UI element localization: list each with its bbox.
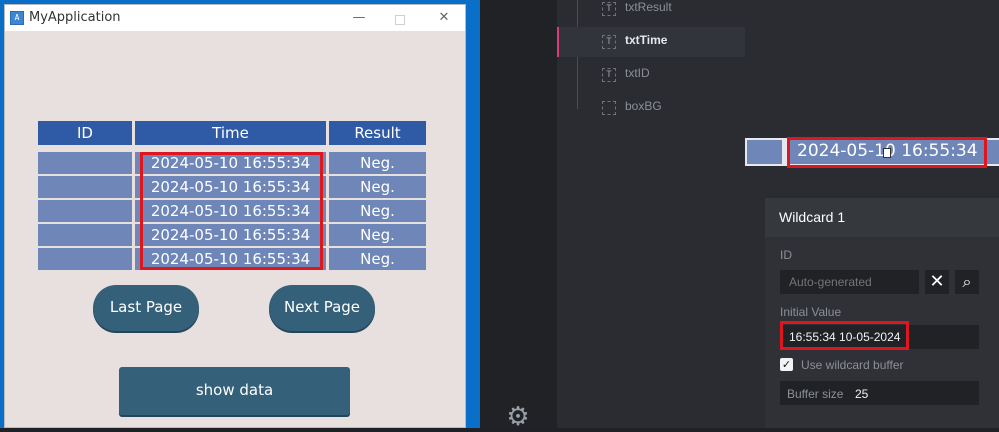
close-icon[interactable]: ✕: [925, 270, 949, 294]
application-icon: A: [10, 11, 24, 25]
table-header-id: ID: [38, 121, 132, 145]
desktop-strip: [466, 0, 480, 428]
buffer-size-value: 25: [855, 387, 869, 401]
canvas-preview-cell: [747, 140, 782, 164]
editor-left-rail: [480, 0, 557, 428]
table-header-time: Time: [135, 121, 326, 145]
last-page-button[interactable]: Last Page: [93, 285, 199, 331]
tree-item-boxbg[interactable]: boxBG: [557, 93, 745, 123]
table-cell-time: 2024-05-10 16:55:34: [135, 152, 326, 174]
next-page-button[interactable]: Next Page: [269, 285, 375, 331]
id-field-label: ID: [780, 248, 792, 262]
use-wildcard-buffer-label: Use wildcard buffer: [801, 358, 904, 372]
box-layer-icon: [602, 101, 616, 115]
text-layer-icon: T: [602, 2, 616, 16]
table-cell-time: 2024-05-10 16:55:34: [135, 200, 326, 222]
maximize-icon[interactable]: [395, 15, 405, 25]
table-cell-result: Neg.: [329, 224, 426, 246]
window-titlebar[interactable]: A MyApplication — ✕: [5, 5, 465, 31]
tree-item-label: boxBG: [625, 99, 662, 113]
show-data-button[interactable]: show data: [119, 367, 350, 415]
table-cell-id: [38, 176, 132, 198]
close-icon[interactable]: ✕: [435, 9, 453, 27]
tree-item-txtresult[interactable]: T txtResult: [557, 0, 745, 24]
initial-value-label: Initial Value: [780, 305, 842, 319]
preview-highlight: [787, 137, 987, 168]
table-cell-time: 2024-05-10 16:55:34: [135, 248, 326, 270]
layer-tree: T txtResult T txtTime T txtID boxBG: [557, 0, 745, 428]
tree-item-label: txtResult: [625, 0, 672, 14]
table-cell-id: [38, 200, 132, 222]
table-cell-id: [38, 248, 132, 270]
text-layer-icon: T: [602, 35, 616, 49]
initial-value-highlight: [780, 321, 909, 350]
use-wildcard-buffer-checkbox[interactable]: ✓: [780, 358, 793, 371]
text-layer-icon: T: [602, 68, 616, 82]
wildcard-title: Wildcard 1: [779, 209, 846, 225]
tree-item-txttime[interactable]: T txtTime: [557, 27, 745, 57]
id-field[interactable]: [780, 270, 919, 294]
search-icon[interactable]: ⌕: [955, 270, 979, 294]
table-cell-result: Neg.: [329, 176, 426, 198]
table-cell-time: 2024-05-10 16:55:34: [135, 176, 326, 198]
window-title: MyApplication: [29, 10, 121, 25]
minimize-icon[interactable]: —: [350, 9, 368, 27]
tree-item-label: txtID: [625, 66, 650, 80]
table-cell-result: Neg.: [329, 152, 426, 174]
buffer-size-label: Buffer size: [787, 387, 844, 401]
tree-item-label: txtTime: [625, 33, 668, 47]
table-header-result: Result: [329, 121, 426, 145]
table-cell-time: 2024-05-10 16:55:34: [135, 224, 326, 246]
table-cell-result: Neg.: [329, 248, 426, 270]
table-cell-result: Neg.: [329, 200, 426, 222]
table-cell-id: [38, 152, 132, 174]
tree-item-txtid[interactable]: T txtID: [557, 60, 745, 90]
table-cell-id: [38, 224, 132, 246]
